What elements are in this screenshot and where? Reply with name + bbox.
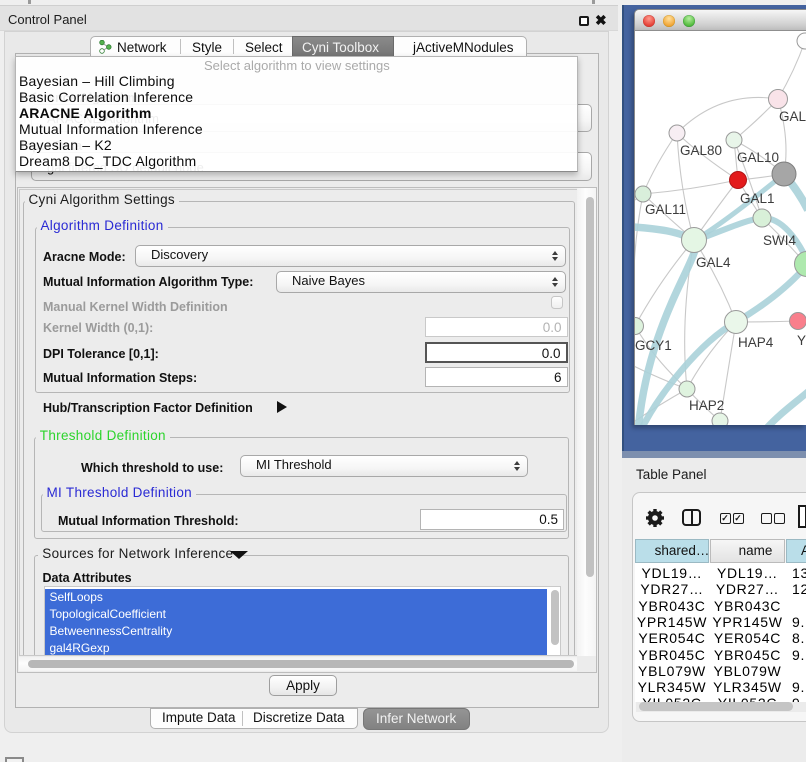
svg-text:HAP2: HAP2 — [689, 398, 724, 413]
svg-text:SWI4: SWI4 — [763, 233, 796, 248]
svg-text:GCY1: GCY1 — [635, 338, 672, 353]
svg-text:GAL11: GAL11 — [645, 202, 686, 217]
svg-text:GAL10: GAL10 — [737, 150, 779, 165]
svg-text:GAL1: GAL1 — [740, 191, 775, 206]
svg-text:YJ: YJ — [797, 333, 806, 348]
svg-text:GAL7: GAL7 — [779, 109, 806, 124]
svg-text:GAL80: GAL80 — [680, 143, 722, 158]
svg-text:GAL4: GAL4 — [696, 255, 731, 270]
svg-text:HAP4: HAP4 — [738, 335, 774, 350]
